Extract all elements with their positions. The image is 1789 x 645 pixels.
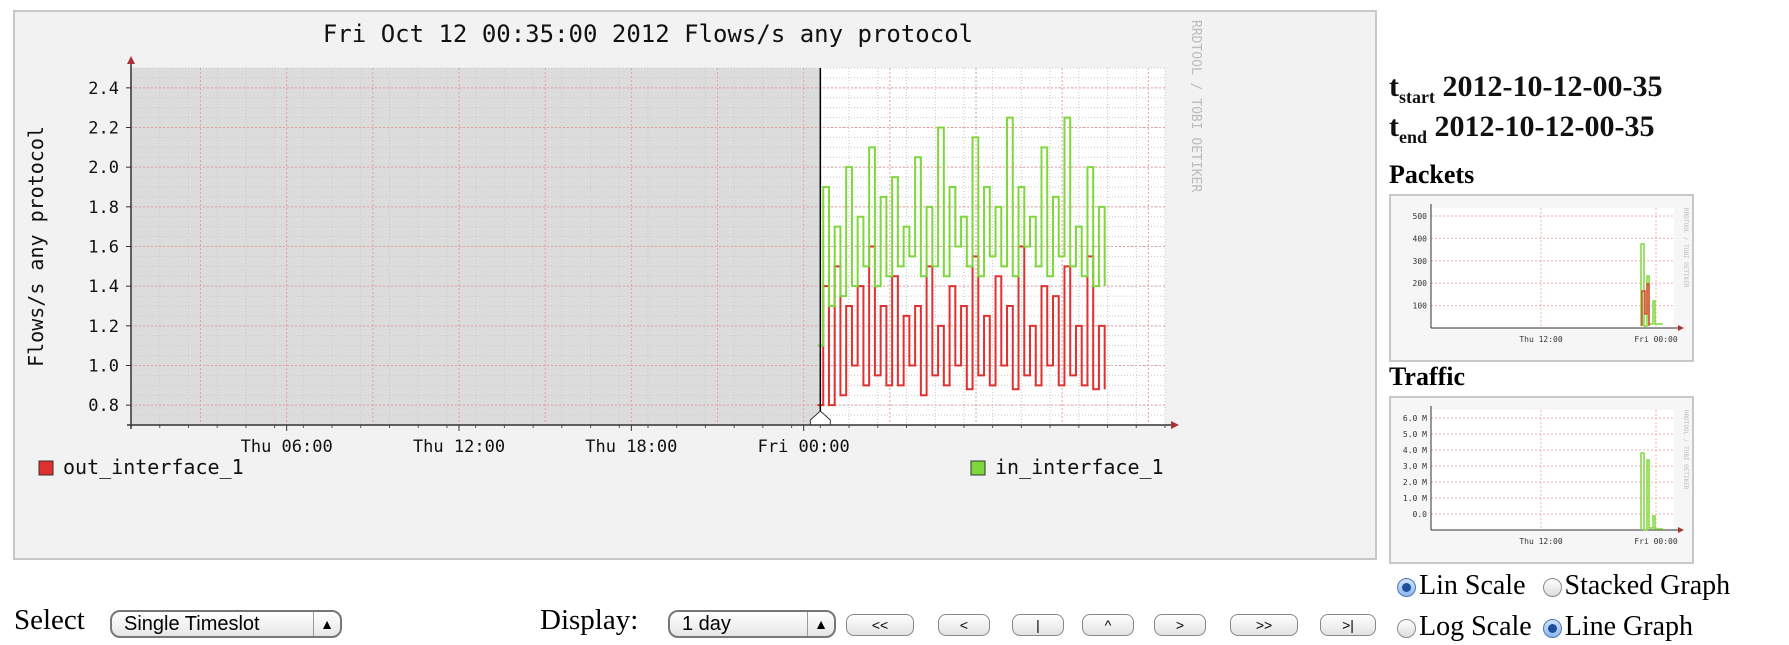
traffic-thumb-x-arrow-icon [1678,527,1684,533]
main-chart: Fri Oct 12 00:35:00 2012 Flows/s any pro… [24,20,1203,479]
traffic-thumb-y-tick-label: 3.0 M [1403,462,1427,471]
tstart-sub: start [1399,87,1435,107]
traffic-thumb-y-tick-label: 5.0 M [1403,430,1427,439]
legend-label-out: out_interface_1 [63,455,244,479]
y-axis-label: Flows/s any protocol [24,126,48,367]
display-arrows-icon: ▲ [807,612,834,636]
x-tick-label: Thu 18:00 [585,437,677,457]
packets-thumb-plot [1431,208,1674,328]
display-select[interactable]: 1 day ▲ [668,610,836,638]
lin-scale-label: Lin Scale [1419,570,1526,601]
traffic-thumb-watermark: RRDTOOL / TOBI OETIKER [1682,410,1689,490]
tend-row: tend 2012-10-12-00-35 [1389,110,1654,148]
packets-thumb-x-arrow-icon [1678,325,1684,331]
x-axis-arrow-icon [1171,421,1179,429]
log-scale-radio[interactable] [1397,619,1416,638]
packets-mini-chart: 500 400 300 200 100 Thu 12:00 Fri 00:00 RRDTOOL… [1413,204,1689,344]
main-graph-panel: Fri Oct 12 00:35:00 2012 Flows/s any pro… [13,10,1377,560]
y-tick-label: 0.8 [88,396,119,416]
select-arrows-icon: ▲ [313,612,340,636]
timeslot-select-value: Single Timeslot [124,613,260,635]
y-tick-label: 1.4 [88,277,119,297]
side-panel: tstart 2012-10-12-00-35 tend 2012-10-12-… [1389,0,1789,645]
traffic-thumb-plot [1431,410,1674,530]
tstart-row: tstart 2012-10-12-00-35 [1389,70,1662,108]
packets-thumb-watermark: RRDTOOL / TOBI OETIKER [1682,208,1689,288]
chart-title: Fri Oct 12 00:35:00 2012 Flows/s any pro… [323,20,973,48]
tend-sub: end [1399,127,1428,147]
packets-thumb-x-tick-label: Thu 12:00 [1519,335,1563,344]
log-scale-label: Log Scale [1419,611,1532,642]
lin-scale-radio[interactable] [1397,578,1416,597]
nav-up-button[interactable]: ^ [1082,614,1134,636]
scale-options-row-2: Log Scale Line Graph [1397,611,1693,643]
tend-value: 2012-10-12-00-35 [1434,110,1655,143]
y-tick-label: 2.2 [88,119,119,139]
timeslot-select[interactable]: Single Timeslot ▲ [110,610,342,638]
stacked-graph-radio[interactable] [1542,578,1562,597]
traffic-thumb-x-tick-label: Fri 00:00 [1634,537,1678,546]
traffic-thumb-x-tick-label: Thu 12:00 [1519,537,1563,546]
nav-last-button[interactable]: >> [1230,614,1298,636]
nav-end-button[interactable]: >| [1320,614,1376,636]
legend-swatch-out [38,460,54,476]
packets-thumb-y-tick-label: 500 [1413,212,1428,221]
legend-swatch-in [970,460,986,476]
traffic-title: Traffic [1389,362,1466,391]
y-tick-label: 1.0 [88,357,119,377]
display-select-value: 1 day [682,613,731,635]
x-tick-label: Thu 12:00 [413,437,505,457]
controls-bar: Select Single Timeslot ▲ Display: 1 day … [0,600,1389,645]
y-tick-label: 1.8 [88,198,119,218]
stacked-graph-label: Stacked Graph [1564,570,1731,601]
y-tick-label: 1.2 [88,317,119,337]
nav-first-button[interactable]: << [846,614,914,636]
scale-options-row-1: Lin Scale Stacked Graph [1397,570,1730,602]
traffic-mini-chart: 6.0 M 5.0 M 4.0 M 3.0 M 2.0 M 1.0 M 0.0 Thu 12:… [1403,406,1689,546]
tstart-label: t [1389,70,1399,103]
nav-prev-button[interactable]: < [938,614,990,636]
nav-center-button[interactable]: | [1012,614,1064,636]
traffic-thumb-y-tick-label: 6.0 M [1403,414,1427,423]
packets-thumb-y-tick-label: 400 [1413,234,1428,243]
traffic-thumbnail[interactable]: 6.0 M 5.0 M 4.0 M 3.0 M 2.0 M 1.0 M 0.0 Thu 12:… [1389,396,1694,564]
select-label: Select [14,604,85,636]
packets-thumb-y-tick-label: 200 [1413,279,1428,288]
packets-thumb-x-tick-label: Fri 00:00 [1634,335,1678,344]
packets-title: Packets [1389,160,1475,189]
traffic-thumb-y-tick-label: 2.0 M [1403,478,1427,487]
line-graph-radio[interactable] [1542,619,1562,638]
packets-thumb-y-tick-label: 300 [1413,257,1428,266]
display-label: Display: [540,604,639,636]
x-tick-label: Fri 00:00 [758,437,850,457]
traffic-thumb-y-tick-label: 4.0 M [1403,446,1427,455]
packets-thumb-y-tick-label: 100 [1413,302,1428,311]
legend-label-in: in_interface_1 [995,455,1164,479]
tend-label: t [1389,110,1399,143]
line-graph-label: Line Graph [1564,611,1694,642]
traffic-thumb-y-tick-label: 0.0 [1413,510,1428,519]
y-tick-label: 1.6 [88,238,119,258]
tstart-value: 2012-10-12-00-35 [1442,70,1663,103]
traffic-thumb-y-tick-label: 1.0 M [1403,494,1427,503]
y-tick-label: 2.0 [88,158,119,178]
nav-next-button[interactable]: > [1154,614,1206,636]
packets-thumbnail[interactable]: 500 400 300 200 100 Thu 12:00 Fri 00:00 RRDTOOL… [1389,194,1694,362]
rrdtool-watermark: RRDTOOL / TOBI OETIKER [1188,20,1203,192]
x-tick-label: Thu 06:00 [241,437,333,457]
y-tick-label: 2.4 [88,79,119,99]
y-axis-arrow-icon [127,56,135,64]
